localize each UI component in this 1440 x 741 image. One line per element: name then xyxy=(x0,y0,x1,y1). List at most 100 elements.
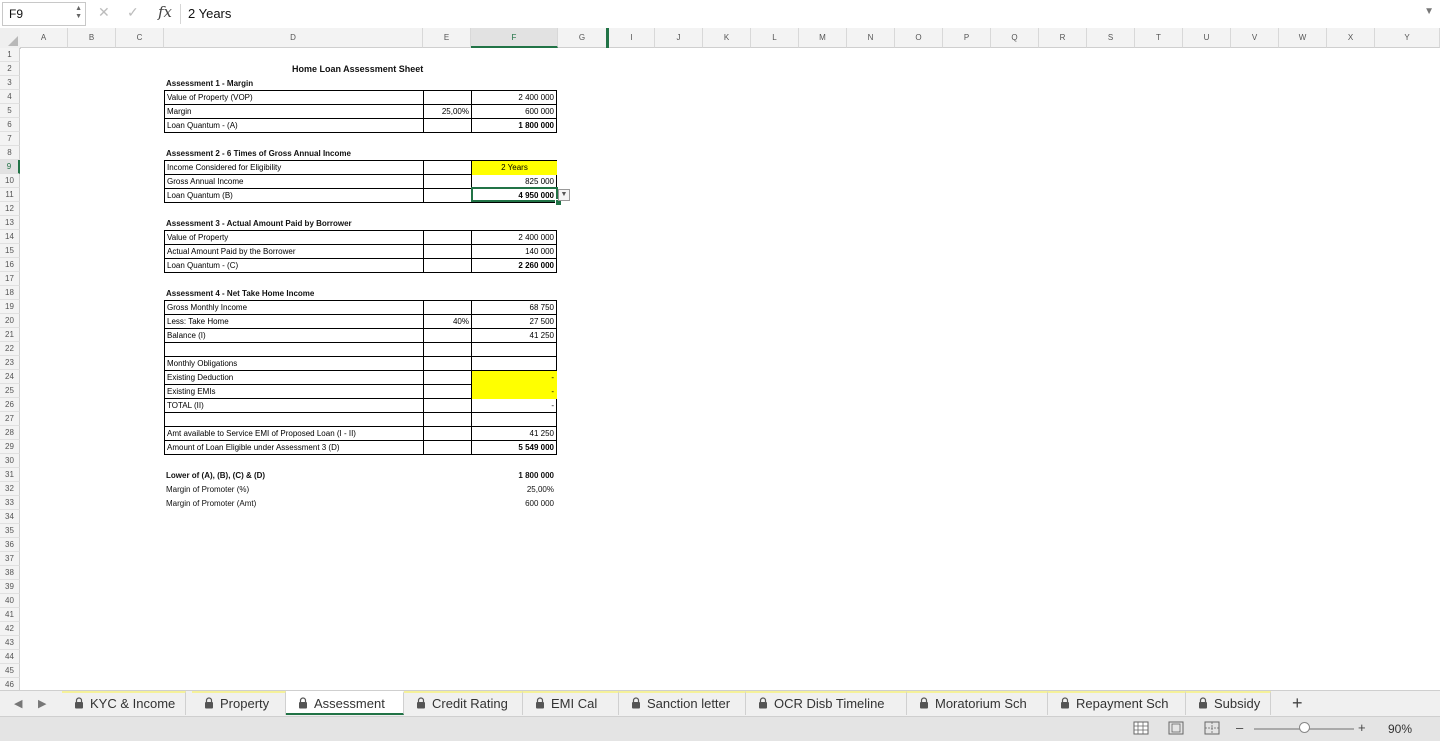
row-label[interactable]: Existing EMIs xyxy=(165,385,424,399)
column-header[interactable]: D xyxy=(164,28,423,48)
column-header[interactable]: T xyxy=(1135,28,1183,48)
row-header[interactable]: 17 xyxy=(0,272,20,286)
row-rate[interactable] xyxy=(424,231,472,245)
row-rate[interactable] xyxy=(424,441,472,455)
normal-view-icon[interactable] xyxy=(1133,721,1149,735)
zoom-out-button[interactable]: – xyxy=(1236,720,1243,735)
row-header[interactable]: 40 xyxy=(0,594,20,608)
summary-label[interactable]: Lower of (A), (B), (C) & (D) xyxy=(166,471,265,480)
row-label[interactable]: Amt available to Service EMI of Proposed… xyxy=(165,427,424,441)
formula-input[interactable]: 2 Years xyxy=(188,6,231,21)
row-rate[interactable] xyxy=(424,245,472,259)
row-label[interactable]: Value of Property xyxy=(165,231,424,245)
column-header[interactable]: R xyxy=(1039,28,1087,48)
row-header[interactable]: 15 xyxy=(0,244,20,258)
row-header[interactable]: 22 xyxy=(0,342,20,356)
row-header[interactable]: 41 xyxy=(0,608,20,622)
row-value[interactable]: 68 750 xyxy=(472,301,557,315)
column-header[interactable]: W xyxy=(1279,28,1327,48)
row-header[interactable]: 7 xyxy=(0,132,20,146)
row-rate[interactable] xyxy=(424,189,472,203)
prev-sheet-icon[interactable]: ◀ xyxy=(14,697,22,710)
name-box-spinner-icon[interactable]: ▲ ▼ xyxy=(75,5,82,21)
sheet-tab[interactable]: OCR Disb Timeline xyxy=(746,691,907,715)
spreadsheet-grid[interactable]: ABCDEFGIJKLMNOPQRSTUVWXY 1 2 3 4 5 6 7 8 9 10 11 12… xyxy=(0,28,1440,690)
row-header[interactable]: 28 xyxy=(0,426,20,440)
sheet-tab[interactable]: Assessment xyxy=(286,691,404,715)
zoom-in-button[interactable]: + xyxy=(1358,720,1366,735)
zoom-slider-knob[interactable] xyxy=(1299,722,1310,733)
column-header[interactable]: S xyxy=(1087,28,1135,48)
row-value[interactable]: 600 000 xyxy=(472,105,557,119)
row-header[interactable]: 13 xyxy=(0,216,20,230)
select-all-corner[interactable] xyxy=(0,28,21,49)
row-header[interactable]: 39 xyxy=(0,580,20,594)
row-header[interactable]: 20 xyxy=(0,314,20,328)
active-cell-outline[interactable] xyxy=(471,187,558,202)
row-header[interactable]: 36 xyxy=(0,538,20,552)
summary-value[interactable]: 600 000 xyxy=(471,499,554,508)
row-header[interactable]: 4 xyxy=(0,90,20,104)
row-header[interactable]: 23 xyxy=(0,356,20,370)
row-header[interactable]: 21 xyxy=(0,328,20,342)
row-rate[interactable] xyxy=(424,413,472,427)
row-header[interactable]: 5 xyxy=(0,104,20,118)
sheet-tab[interactable]: Moratorium Sch xyxy=(907,691,1048,715)
row-rate[interactable] xyxy=(424,119,472,133)
column-header[interactable]: L xyxy=(751,28,799,48)
row-header[interactable]: 46 xyxy=(0,678,20,690)
row-header[interactable]: 44 xyxy=(0,650,20,664)
row-value[interactable]: 41 250 xyxy=(472,427,557,441)
summary-label[interactable]: Margin of Promoter (Amt) xyxy=(166,499,256,508)
freeze-pane-divider[interactable] xyxy=(606,28,609,48)
row-header[interactable]: 16 xyxy=(0,258,20,272)
check-icon[interactable]: ✓ xyxy=(127,4,139,21)
row-value[interactable] xyxy=(472,343,557,357)
row-label[interactable] xyxy=(165,343,424,357)
row-value[interactable]: 1 800 000 xyxy=(472,119,557,133)
row-rate[interactable] xyxy=(424,427,472,441)
row-rate[interactable] xyxy=(424,301,472,315)
column-header[interactable]: P xyxy=(943,28,991,48)
row-label[interactable]: Actual Amount Paid by the Borrower xyxy=(165,245,424,259)
row-label[interactable]: Less: Take Home xyxy=(165,315,424,329)
dropdown-arrow-icon[interactable]: ▼ xyxy=(558,189,570,201)
summary-value[interactable]: 25,00% xyxy=(471,485,554,494)
row-label[interactable]: Loan Quantum - (C) xyxy=(165,259,424,273)
row-header[interactable]: 33 xyxy=(0,496,20,510)
page-break-view-icon[interactable] xyxy=(1204,721,1220,735)
row-rate[interactable] xyxy=(424,385,472,399)
row-header[interactable]: 34 xyxy=(0,510,20,524)
row-header[interactable]: 43 xyxy=(0,636,20,650)
row-rate[interactable] xyxy=(424,259,472,273)
column-header[interactable]: F xyxy=(471,28,558,48)
row-value[interactable]: 41 250 xyxy=(472,329,557,343)
row-label[interactable]: Income Considered for Eligibility xyxy=(165,161,424,175)
row-value[interactable]: - xyxy=(472,371,557,385)
row-label[interactable]: Loan Quantum - (A) xyxy=(165,119,424,133)
row-value[interactable]: 2 Years xyxy=(472,161,557,175)
row-rate[interactable]: 25,00% xyxy=(424,105,472,119)
row-rate[interactable] xyxy=(424,371,472,385)
sheet-tab[interactable]: Credit Rating xyxy=(404,691,523,715)
column-header[interactable]: C xyxy=(116,28,164,48)
row-value[interactable]: 2 400 000 xyxy=(472,231,557,245)
row-value[interactable]: 5 549 000 xyxy=(472,441,557,455)
row-rate[interactable] xyxy=(424,329,472,343)
sheet-tab[interactable]: Property xyxy=(192,691,286,715)
row-rate[interactable] xyxy=(424,357,472,371)
row-header[interactable]: 35 xyxy=(0,524,20,538)
column-header[interactable]: U xyxy=(1183,28,1231,48)
row-value[interactable]: - xyxy=(472,385,557,399)
row-rate[interactable] xyxy=(424,91,472,105)
row-value[interactable]: 140 000 xyxy=(472,245,557,259)
row-label[interactable]: Balance (I) xyxy=(165,329,424,343)
row-header[interactable]: 31 xyxy=(0,468,20,482)
summary-label[interactable]: Margin of Promoter (%) xyxy=(166,485,249,494)
row-label[interactable]: Existing Deduction xyxy=(165,371,424,385)
row-rate[interactable] xyxy=(424,399,472,413)
row-rate[interactable] xyxy=(424,343,472,357)
column-header[interactable]: K xyxy=(703,28,751,48)
column-header[interactable]: Q xyxy=(991,28,1039,48)
row-header[interactable]: 30 xyxy=(0,454,20,468)
